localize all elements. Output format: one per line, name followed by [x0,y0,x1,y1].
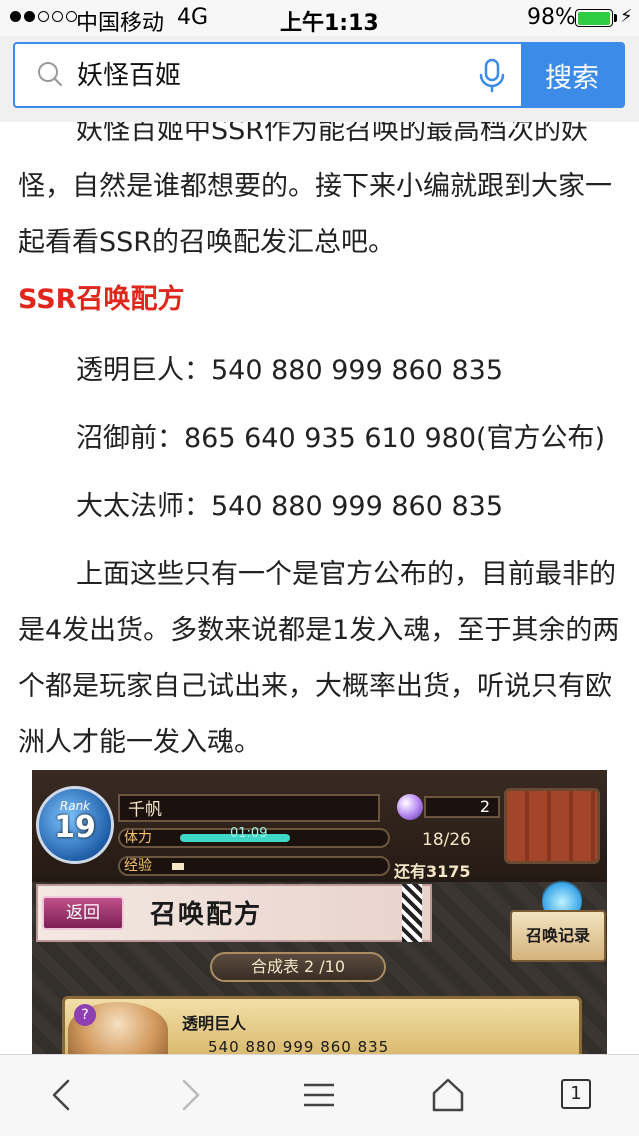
battery-level [577,11,610,25]
game-title: 召唤配方 [150,900,263,930]
rank-value: 19 [54,810,96,845]
treasure-chest-icon [504,788,600,864]
formula-line: 大太法师：540 880 999 860 835 [76,491,504,522]
exp-bar: 经验 [118,856,390,876]
formula-line: 透明巨人：540 880 999 860 835 [76,355,504,386]
search-box: 搜索 [13,42,625,108]
stamina-timer: 01:09 [230,826,268,841]
carrier-name: 中国移动 [76,11,165,36]
article-intro: 妖怪百姬中SSR作为能召唤的最高档次的妖怪，自然是谁都想要的。接下来小编就跟到大… [18,122,612,258]
game-screenshot[interactable]: Rank 19 千帆 体力 01:09 经验 2 18/26 还有3175 返回… [32,770,607,1054]
exp-fill [172,863,184,870]
article-summary: 上面这些只有一个是官方公布的，目前最非的是4发出货。多数来说都是1发入魂，至于其… [18,559,620,758]
home-icon[interactable] [430,1077,466,1113]
recipe-name: 透明巨人 [182,1014,247,1033]
recipe-numbers: 540 880 999 860 835 [208,1038,390,1054]
signal-strength-icon [10,11,77,22]
orb-count: 2 [424,796,500,818]
player-name: 千帆 [118,794,380,822]
tabs-button[interactable]: 1 [561,1079,591,1109]
signal-dot [38,11,49,22]
search-button[interactable]: 搜索 [521,44,623,106]
article-heading: SSR召唤配方 [18,284,185,315]
signal-dot [10,11,21,22]
browser-screen: 中国移动 4G 上午1:13 98% ⚡ 搜索 妖怪百姬中SSR作为能召唤的最高… [0,0,639,1136]
recipe-type-icon: ? [74,1004,96,1026]
battery-icon [575,9,613,27]
search-area: 搜索 [0,36,639,122]
battery-tip [614,14,617,22]
charging-icon: ⚡ [620,6,633,27]
game-back-button: 返回 [42,896,124,930]
remaining-count: 还有3175 [394,862,471,881]
network-type: 4G [177,5,209,30]
stamina-count: 18/26 [422,830,471,850]
clock: 上午1:13 [280,11,379,36]
title-accent [402,884,422,942]
signal-dot [24,11,35,22]
search-input[interactable] [75,54,459,98]
rank-badge: Rank 19 [36,786,114,864]
signal-dot [52,11,63,22]
chevron-left-icon[interactable] [44,1077,80,1113]
stamina-bar: 体力 01:09 [118,826,390,848]
bottom-toolbar: 1 [0,1054,639,1136]
search-icon [38,62,62,86]
compose-table-label: 合成表 2 /10 [210,952,386,982]
chevron-right-icon[interactable] [172,1077,208,1113]
exp-label: 经验 [124,858,152,874]
menu-icon[interactable] [301,1077,337,1113]
status-bar: 中国移动 4G 上午1:13 98% ⚡ [0,0,639,36]
article-content: 妖怪百姬中SSR作为能召唤的最高档次的妖怪，自然是谁都想要的。接下来小编就跟到大… [0,122,639,1054]
stamina-label: 体力 [124,830,152,846]
battery-percent: 98% [527,5,576,30]
microphone-icon[interactable] [477,58,507,94]
summon-record-button: 召唤记录 [510,910,606,962]
formula-line: 沼御前：865 640 935 610 980(官方公布) [76,423,606,454]
orb-icon [397,794,423,820]
